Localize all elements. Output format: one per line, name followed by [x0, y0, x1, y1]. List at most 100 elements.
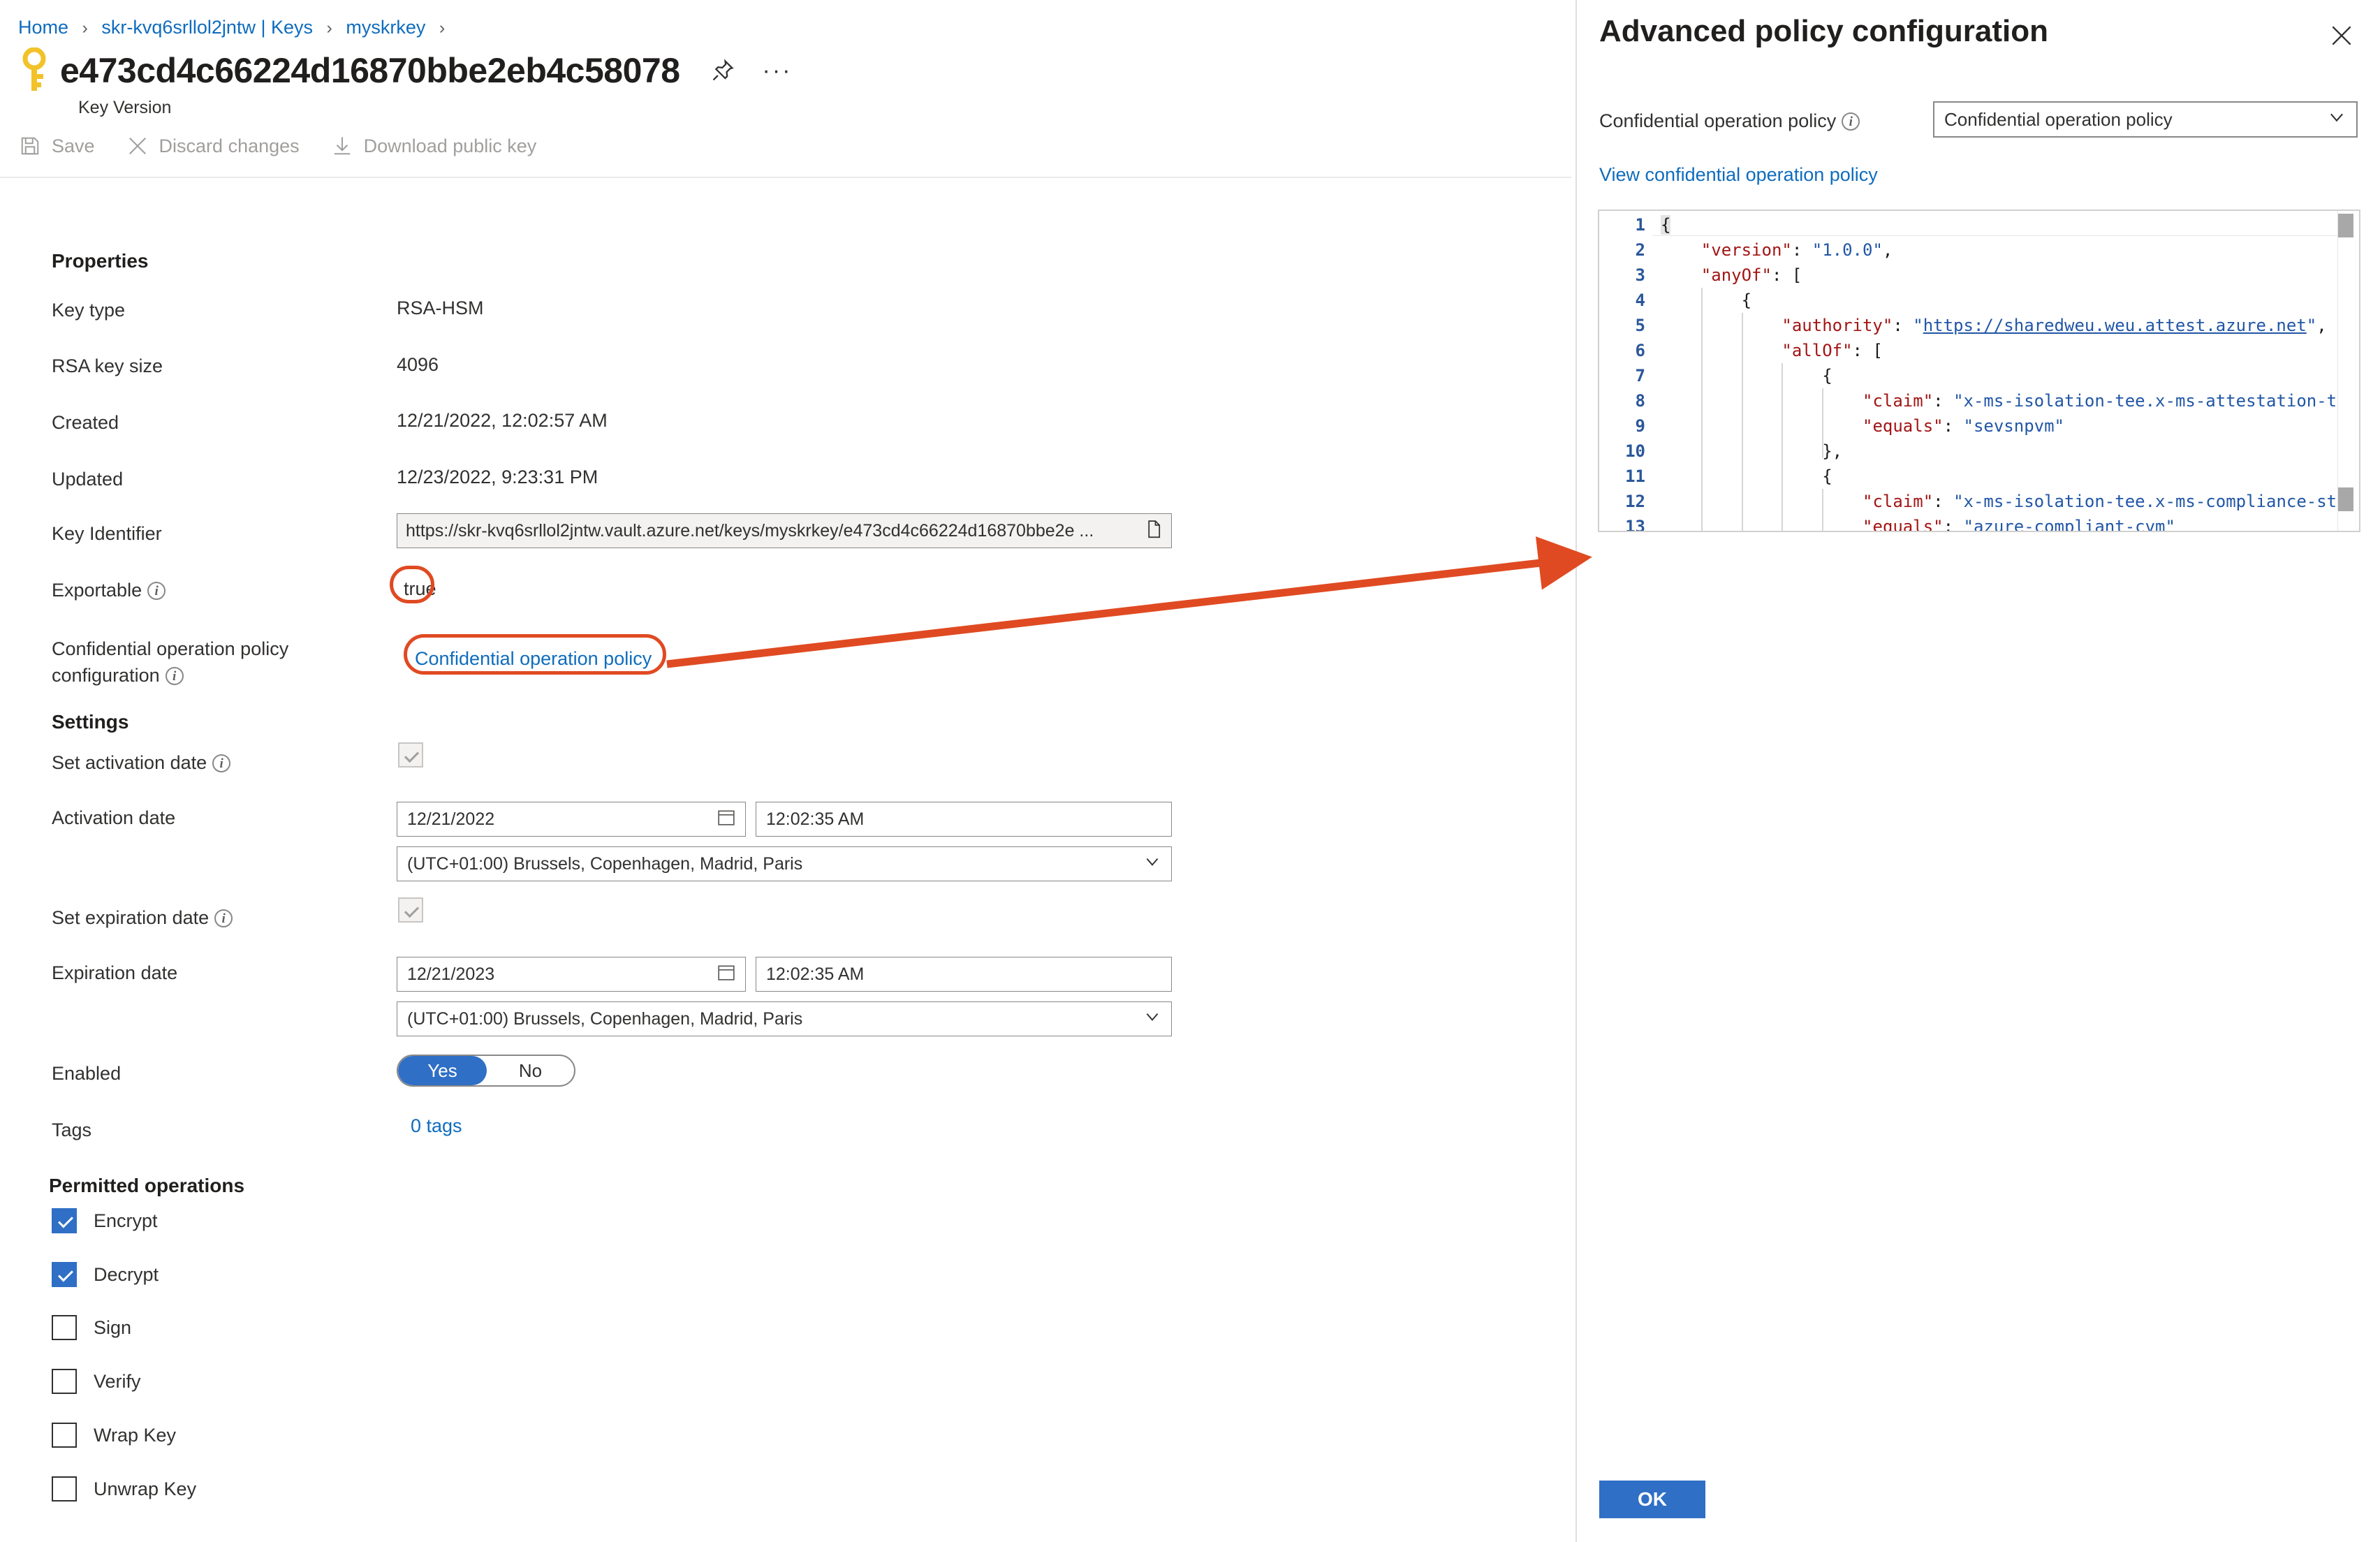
expiration-time-input[interactable]: 12:02:35 AM	[756, 957, 1172, 992]
checkbox-wrap-key[interactable]	[52, 1423, 77, 1448]
editor-line-number: 13	[1625, 517, 1645, 532]
key-identifier-field[interactable]: https://skr-kvq6srllol2jntw.vault.azure.…	[397, 513, 1172, 548]
enabled-toggle[interactable]: Yes No	[397, 1055, 575, 1087]
breadcrumb-item-home[interactable]: Home	[18, 17, 68, 38]
cop-label-text: Confidential operation policy	[1599, 110, 1837, 131]
enabled-toggle-yes[interactable]: Yes	[398, 1056, 487, 1085]
permitted-operation-decrypt[interactable]: Decrypt	[52, 1262, 159, 1287]
editor-token: ,	[2316, 316, 2327, 335]
page-subtitle: Key Version	[78, 98, 172, 117]
scroll-mark	[2338, 487, 2353, 511]
editor-line: "claim": "x-ms-isolation-tee.x-ms-compli…	[1863, 489, 2337, 514]
breadcrumb: Home › skr-kvq6srllol2jntw | Keys › mysk…	[18, 15, 453, 40]
breadcrumb-item-vault-keys[interactable]: skr-kvq6srllol2jntw | Keys	[101, 17, 313, 38]
download-public-key-label: Download public key	[363, 135, 537, 156]
key-identifier-label: Key Identifier	[52, 523, 162, 544]
confidential-operation-policy-select[interactable]: Confidential operation policy	[1933, 101, 2358, 138]
expiration-date-value: 12/21/2023	[407, 964, 495, 984]
activation-date-input[interactable]: 12/21/2022	[397, 802, 746, 837]
calendar-icon[interactable]	[717, 963, 735, 986]
view-confidential-operation-policy-link[interactable]: View confidential operation policy	[1599, 164, 1878, 186]
permitted-operation-sign[interactable]: Sign	[52, 1315, 131, 1340]
set-expiration-date-checkbox[interactable]	[398, 897, 423, 923]
tags-label: Tags	[52, 1119, 92, 1140]
info-icon[interactable]: i	[212, 754, 231, 772]
expiration-date-input[interactable]: 12/21/2023	[397, 957, 746, 992]
info-icon[interactable]: i	[147, 582, 166, 600]
editor-token: :	[1893, 316, 1913, 335]
editor-line-number: 2	[1635, 240, 1645, 260]
expiration-timezone-value: (UTC+01:00) Brussels, Copenhagen, Madrid…	[407, 1008, 803, 1029]
editor-line-number: 1	[1635, 215, 1645, 235]
activation-date-label: Activation date	[52, 807, 176, 828]
cop-config-label: Confidential operation policy configurat…	[52, 636, 352, 689]
set-activation-date-label-text: Set activation date	[52, 752, 207, 773]
calendar-icon[interactable]	[717, 808, 735, 831]
checkbox-sign[interactable]	[52, 1315, 77, 1340]
info-icon[interactable]: i	[214, 909, 233, 927]
editor-line: },	[1822, 439, 1842, 464]
pin-icon[interactable]	[711, 59, 735, 82]
editor-line-number: 10	[1625, 441, 1645, 461]
expiration-timezone-select[interactable]: (UTC+01:00) Brussels, Copenhagen, Madrid…	[397, 1001, 1172, 1036]
permitted-operation-label: Wrap Key	[94, 1424, 177, 1446]
page-title: e473cd4c66224d16870bbe2eb4c58078	[60, 51, 680, 90]
permitted-operation-verify[interactable]: Verify	[52, 1369, 141, 1394]
breadcrumb-separator-icon: ›	[439, 18, 446, 38]
editor-line-number: 12	[1625, 492, 1645, 511]
key-icon	[18, 47, 50, 94]
command-bar: Save Discard changes Download public key	[18, 134, 567, 158]
editor-line: "version": "1.0.0",	[1701, 237, 1893, 263]
permitted-operation-wrap-key[interactable]: Wrap Key	[52, 1423, 176, 1448]
editor-line-number: 3	[1635, 265, 1645, 285]
checkbox-decrypt[interactable]	[52, 1262, 77, 1287]
editor-token: {	[1822, 467, 1832, 486]
ellipsis-icon[interactable]: ···	[763, 59, 793, 82]
editor-indent-guide	[1782, 363, 1784, 531]
checkbox-unwrap-key[interactable]	[52, 1476, 77, 1501]
editor-code[interactable]: {"version": "1.0.0", "anyOf": [{"authorit…	[1652, 211, 2338, 531]
activation-time-input[interactable]: 12:02:35 AM	[756, 802, 1172, 837]
policy-json-editor[interactable]: 123456789101112131415161718 {"version": …	[1598, 210, 2360, 532]
editor-token: "allOf"	[1782, 341, 1853, 360]
checkbox-encrypt[interactable]	[52, 1208, 77, 1233]
breadcrumb-separator-icon: ›	[326, 18, 332, 38]
scroll-mark	[2338, 214, 2353, 237]
tags-value-link[interactable]: 0 tags	[411, 1115, 462, 1137]
toolbar-divider	[0, 177, 1571, 178]
confidential-operation-policy-label: Confidential operation policy i	[1599, 110, 1860, 132]
editor-scrollbar[interactable]	[2338, 211, 2353, 531]
set-expiration-date-label-text: Set expiration date	[52, 907, 210, 928]
created-value: 12/21/2022, 12:02:57 AM	[397, 410, 608, 431]
close-icon[interactable]	[2328, 22, 2355, 49]
editor-line: {	[1742, 288, 1751, 313]
checkbox-verify[interactable]	[52, 1369, 77, 1394]
copy-icon[interactable]	[1143, 520, 1163, 541]
info-icon[interactable]: i	[1842, 112, 1860, 131]
permitted-operation-unwrap-key[interactable]: Unwrap Key	[52, 1476, 196, 1501]
properties-heading: Properties	[52, 250, 149, 272]
set-activation-date-checkbox[interactable]	[398, 742, 423, 768]
exportable-label: Exportable i	[52, 577, 166, 603]
editor-indent-guide	[1741, 313, 1743, 531]
editor-token: "1.0.0"	[1812, 240, 1883, 260]
permitted-operation-encrypt[interactable]: Encrypt	[52, 1208, 158, 1233]
activation-timezone-select[interactable]: (UTC+01:00) Brussels, Copenhagen, Madrid…	[397, 846, 1172, 881]
save-button[interactable]: Save	[18, 134, 95, 158]
breadcrumb-separator-icon: ›	[82, 18, 88, 38]
expiration-date-label: Expiration date	[52, 962, 178, 983]
download-public-key-button[interactable]: Download public key	[330, 134, 537, 158]
editor-token: "equals"	[1863, 416, 1944, 436]
info-icon[interactable]: i	[165, 667, 184, 685]
enabled-toggle-no[interactable]: No	[487, 1056, 574, 1085]
discard-changes-button[interactable]: Discard changes	[126, 134, 300, 158]
set-activation-date-label: Set activation date i	[52, 749, 231, 776]
editor-line-number: 9	[1635, 416, 1645, 436]
ok-button[interactable]: OK	[1599, 1481, 1705, 1518]
editor-token: : [	[1771, 265, 1802, 285]
breadcrumb-item-myskrkey[interactable]: myskrkey	[346, 17, 425, 38]
editor-gutter: 123456789101112131415161718	[1599, 211, 1652, 531]
editor-indent-guide	[1822, 388, 1824, 458]
created-label: Created	[52, 412, 119, 433]
page-title-row: e473cd4c66224d16870bbe2eb4c58078 ···	[18, 47, 792, 94]
